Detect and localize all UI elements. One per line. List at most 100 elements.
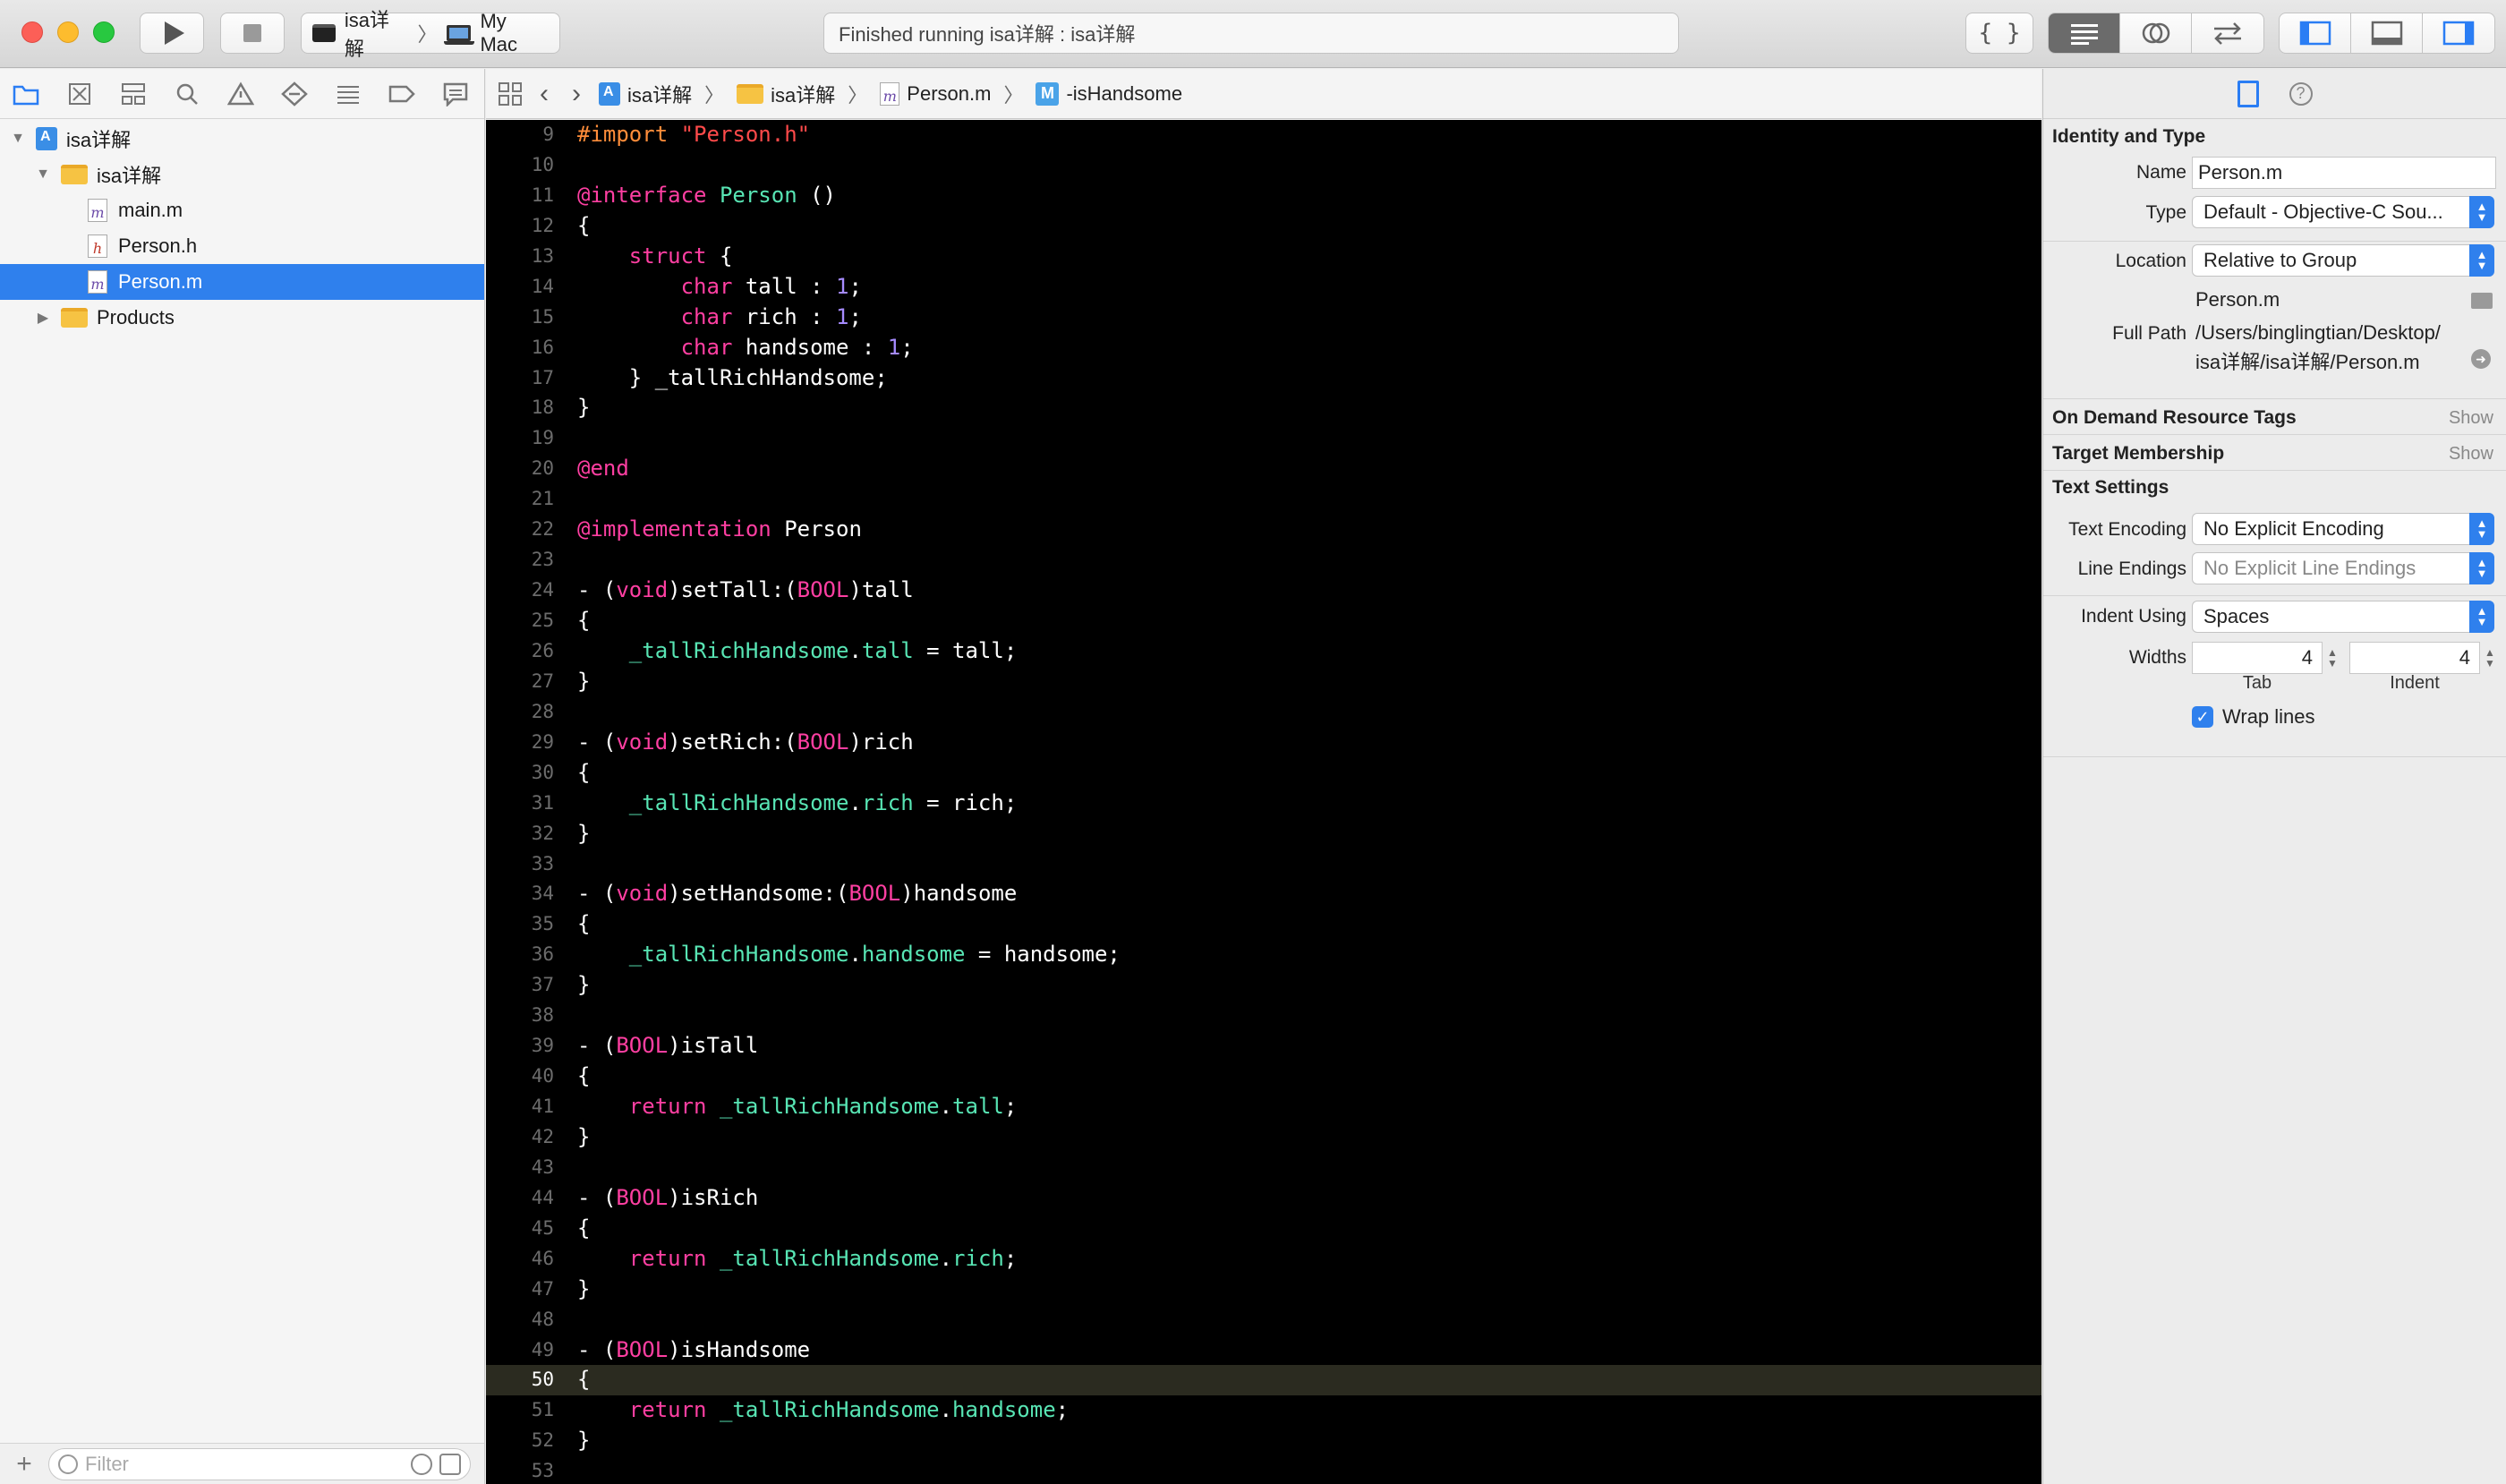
code-line[interactable]: 23 (486, 545, 2041, 576)
code-line[interactable]: 24 - (void)setTall:(BOOL)tall (486, 576, 2041, 606)
close-window-button[interactable] (21, 21, 43, 43)
line-number[interactable]: 34 (486, 879, 554, 909)
code-line[interactable]: 52} (486, 1426, 2041, 1456)
code-line[interactable]: 16 char handsome : 1; (486, 333, 2041, 363)
code-text[interactable]: - (BOOL)isTall (577, 1031, 758, 1062)
minimize-window-button[interactable] (57, 21, 79, 43)
breakpoint-navigator-tab[interactable] (388, 81, 415, 107)
code-text[interactable]: return _tallRichHandsome.tall; (577, 1092, 1018, 1122)
line-number[interactable]: 14 (486, 272, 554, 303)
code-text[interactable]: { (577, 211, 590, 242)
code-text[interactable]: } (577, 1275, 590, 1305)
wrap-lines-checkbox[interactable]: ✓ (2192, 706, 2213, 728)
tree-item-products[interactable]: ▶ Products (0, 300, 484, 336)
line-number[interactable]: 41 (486, 1092, 554, 1122)
disclosure-collapsed-icon[interactable]: ▶ (34, 309, 52, 327)
code-text[interactable]: char handsome : 1; (577, 333, 914, 363)
code-line[interactable]: 38 (486, 1001, 2041, 1031)
code-line[interactable]: 25 { (486, 606, 2041, 636)
code-line[interactable]: 50 { (486, 1365, 2041, 1396)
back-arrow-icon[interactable]: ‹ (534, 79, 554, 109)
line-number[interactable]: 26 (486, 636, 554, 667)
code-text[interactable]: - (void)setTall:(BOOL)tall (577, 576, 914, 606)
line-number[interactable]: 33 (486, 849, 554, 880)
scheme-selector[interactable]: isa详解 〉 My Mac (301, 9, 560, 60)
code-line[interactable]: 17 } _tallRichHandsome; (486, 363, 2041, 394)
line-number[interactable]: 48 (486, 1305, 554, 1335)
code-text[interactable]: { (577, 1062, 590, 1092)
line-number[interactable]: 42 (486, 1122, 554, 1153)
code-text[interactable]: { (577, 1214, 590, 1244)
line-number[interactable]: 17 (486, 363, 554, 394)
code-text[interactable]: #import "Person.h" (577, 120, 810, 150)
issue-navigator-tab[interactable] (227, 81, 254, 107)
code-line[interactable]: 15 char rich : 1; (486, 303, 2041, 333)
zoom-window-button[interactable] (93, 21, 115, 43)
report-navigator-tab[interactable] (442, 81, 469, 107)
find-navigator-tab[interactable] (174, 81, 200, 107)
filter-field[interactable]: Filter (48, 1447, 471, 1480)
indent-width-stepper[interactable]: ▲ ▼ (2482, 642, 2498, 674)
line-number[interactable]: 16 (486, 333, 554, 363)
indent-using-popup[interactable]: Spaces ▲ ▼ (2192, 601, 2494, 633)
code-line[interactable]: 36 _tallRichHandsome.handsome = handsome… (486, 940, 2041, 970)
code-line[interactable]: 48 (486, 1305, 2041, 1335)
line-number[interactable]: 44 (486, 1183, 554, 1214)
code-line[interactable]: 49 - (BOOL)isHandsome (486, 1335, 2041, 1366)
forward-arrow-icon[interactable]: › (567, 79, 586, 109)
standard-editor-button[interactable] (2049, 13, 2120, 53)
code-line[interactable]: 22 @implementation Person (486, 515, 2041, 545)
code-snippet-button[interactable]: { } (1965, 13, 2033, 54)
code-line[interactable]: 39 - (BOOL)isTall (486, 1031, 2041, 1062)
source-control-filter-icon[interactable] (439, 1453, 461, 1475)
code-text[interactable]: - (BOOL)isHandsome (577, 1335, 810, 1366)
code-line[interactable]: 27} (486, 667, 2041, 697)
code-line[interactable]: 26 _tallRichHandsome.tall = tall; (486, 636, 2041, 667)
code-text[interactable]: } _tallRichHandsome; (577, 363, 888, 394)
add-file-button[interactable]: + (0, 1449, 48, 1480)
code-line[interactable]: 14 char tall : 1; (486, 272, 2041, 303)
line-number[interactable]: 39 (486, 1031, 554, 1062)
symbol-navigator-tab[interactable] (120, 81, 147, 107)
tree-item-group-folder[interactable]: ▼ isa详解 (0, 157, 484, 192)
code-line[interactable]: 51 return _tallRichHandsome.handsome; (486, 1395, 2041, 1426)
line-number[interactable]: 9 (486, 120, 554, 150)
source-control-navigator-tab[interactable] (66, 81, 93, 107)
line-number[interactable]: 13 (486, 242, 554, 272)
code-text[interactable]: _tallRichHandsome.rich = rich; (577, 789, 1017, 819)
line-number[interactable]: 28 (486, 697, 554, 728)
code-text[interactable]: } (577, 970, 590, 1001)
line-number[interactable]: 53 (486, 1456, 554, 1484)
code-text[interactable]: } (577, 667, 590, 697)
code-line[interactable]: 41 return _tallRichHandsome.tall; (486, 1092, 2041, 1122)
code-text[interactable]: { (577, 1365, 590, 1395)
run-button[interactable] (140, 13, 204, 54)
code-line[interactable]: 34 - (void)setHandsome:(BOOL)handsome (486, 879, 2041, 909)
line-number[interactable]: 21 (486, 484, 554, 515)
code-line[interactable]: 53 (486, 1456, 2041, 1484)
assistant-editor-button[interactable] (2120, 13, 2192, 53)
test-navigator-tab[interactable] (281, 81, 308, 107)
code-text[interactable]: - (BOOL)isRich (577, 1183, 758, 1214)
line-number[interactable]: 47 (486, 1275, 554, 1305)
line-number[interactable]: 25 (486, 606, 554, 636)
code-text[interactable]: struct { (577, 242, 733, 272)
line-number[interactable]: 19 (486, 423, 554, 454)
version-editor-button[interactable] (2192, 13, 2263, 53)
line-number[interactable]: 18 (486, 393, 554, 423)
line-number[interactable]: 32 (486, 819, 554, 849)
code-text[interactable]: } (577, 819, 590, 849)
code-text[interactable]: return _tallRichHandsome.handsome; (577, 1395, 1069, 1426)
stop-button[interactable] (220, 13, 285, 54)
line-number[interactable]: 38 (486, 1001, 554, 1031)
debug-navigator-tab[interactable] (335, 81, 362, 107)
name-field[interactable]: Person.m (2192, 157, 2496, 189)
breadcrumb-file[interactable]: m Person.m (880, 81, 991, 106)
code-line[interactable]: 21 (486, 484, 2041, 515)
code-text[interactable]: return _tallRichHandsome.rich; (577, 1244, 1018, 1275)
code-text[interactable]: } (577, 393, 590, 423)
code-text[interactable]: char tall : 1; (577, 272, 862, 303)
disclosure-expanded-icon[interactable]: ▼ (34, 166, 52, 183)
source-editor[interactable]: 9 #import "Person.h" 10 11 @interface Person… (486, 120, 2041, 1484)
code-line[interactable]: 30 { (486, 758, 2041, 789)
